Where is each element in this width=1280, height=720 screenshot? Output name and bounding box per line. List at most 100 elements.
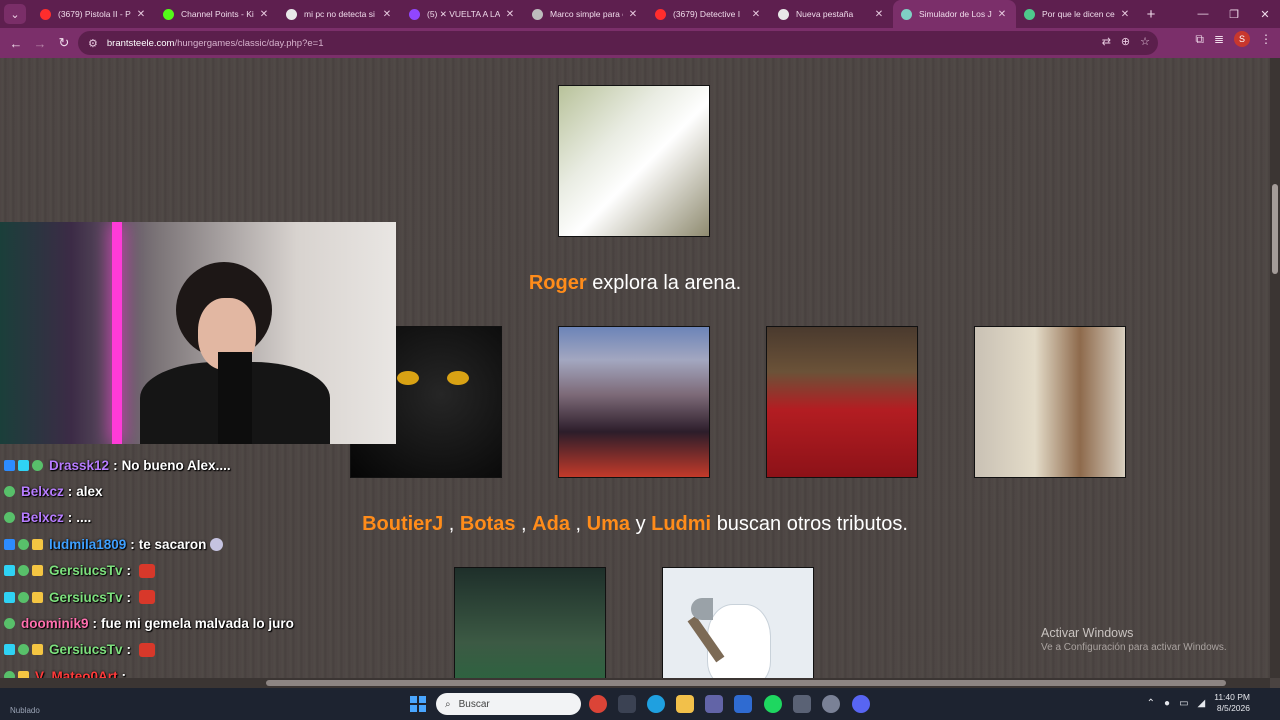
translate-icon[interactable]: ⇄ — [1102, 35, 1111, 48]
app-icon[interactable] — [822, 695, 840, 713]
tribute-name: Roger — [528, 272, 587, 294]
chat-badge-icon — [18, 565, 29, 577]
browser-tab[interactable]: mi pc no detecta si c ✕ — [278, 0, 401, 28]
stream-chat: Drassk12: No bueno Alex.... Belxcz: alex Bel… — [0, 452, 406, 684]
chat-username[interactable]: Drassk12 — [49, 458, 109, 473]
chat-message: Belxcz:.... — [0, 505, 406, 531]
tab-favicon-icon — [655, 8, 666, 20]
browser-tab[interactable]: Por que le dicen cent ✕ — [1016, 0, 1139, 28]
teams-icon[interactable] — [705, 695, 723, 713]
chat-username[interactable]: GersiucsTv — [49, 642, 123, 657]
close-tab-icon[interactable]: ✕ — [627, 9, 639, 20]
windows-taskbar: Nublado ⌕ Buscar ⌃ ● ▭ ◢ 11:40 PM 8/5/20… — [0, 688, 1280, 720]
browser-tab[interactable]: Channel Points - Kick ✕ — [155, 0, 278, 28]
minimize-button[interactable]: — — [1188, 0, 1218, 28]
browser-tab[interactable]: Simulador de Los Jue ✕ — [893, 0, 1016, 28]
search-icon: ⌕ — [445, 698, 451, 710]
back-button[interactable]: ← — [4, 31, 28, 55]
microphone-icon[interactable]: ● — [1164, 698, 1170, 709]
browser-tab[interactable]: Nueva pestaña ✕ — [770, 0, 893, 28]
chevron-up-icon[interactable]: ⌃ — [1147, 698, 1155, 709]
tribute-portrait — [766, 326, 918, 478]
discord-icon[interactable] — [852, 695, 870, 713]
browser-tab[interactable]: (3679) Detective I ✕ — [647, 0, 770, 28]
chat-username[interactable]: GersiucsTv — [49, 590, 123, 605]
tab-favicon-icon — [778, 8, 789, 20]
zoom-icon[interactable]: ⊕ — [1121, 35, 1130, 48]
chat-separator: : — [92, 616, 98, 632]
chat-separator: : — [113, 457, 118, 473]
browser-tab[interactable]: Marco simple para c ✕ — [524, 0, 647, 28]
reload-button[interactable]: ↻ — [52, 31, 76, 55]
close-tab-icon[interactable]: ✕ — [1119, 9, 1131, 20]
close-tab-icon[interactable]: ✕ — [381, 9, 393, 20]
chat-username[interactable]: Belxcz — [21, 484, 64, 499]
chat-text: No bueno Alex.... — [121, 457, 231, 473]
chat-username[interactable]: doominik9 — [21, 616, 89, 631]
tab-title: (3679) Detective I — [673, 9, 741, 19]
display-icon[interactable]: ▭ — [1179, 698, 1188, 709]
volume-icon[interactable]: ◢ — [1198, 698, 1206, 709]
chat-badge-icon — [4, 459, 15, 471]
new-tab-button[interactable]: + — [1139, 6, 1163, 23]
url-path: /hungergames/classic/day.php?e=1 — [174, 37, 324, 49]
media-controls-icon[interactable]: ≣ — [1214, 32, 1224, 46]
spotify-icon[interactable] — [764, 695, 782, 713]
horizontal-scroll-thumb[interactable] — [266, 680, 1226, 686]
close-tab-icon[interactable]: ✕ — [135, 9, 147, 20]
streamer-webcam — [0, 222, 396, 444]
tab-search-button[interactable]: ⌄ — [4, 4, 26, 24]
tab-title: Channel Points - Kick — [181, 9, 254, 19]
chat-badge-icon — [4, 538, 15, 550]
edge-icon[interactable] — [647, 695, 665, 713]
store-icon[interactable] — [618, 695, 636, 713]
windows-activation-watermark: Activar Windows Ve a Configuración para … — [1041, 626, 1227, 653]
chat-username[interactable]: ludmila1809 — [49, 537, 126, 552]
bookmark-star-icon[interactable]: ☆ — [1140, 35, 1150, 48]
tab-title: (3679) Pistola II - Pek — [58, 9, 131, 19]
address-bar[interactable]: ⚙ brantsteele.com/hungergames/classic/da… — [78, 31, 1158, 55]
horizontal-scrollbar[interactable] — [0, 678, 1270, 688]
chat-message: doominik9: fue mi gemela malvada lo juro — [0, 610, 406, 636]
start-button[interactable] — [410, 696, 426, 712]
chat-badge-icon — [4, 565, 15, 577]
event-action: explora la arena. — [592, 272, 742, 294]
extensions-icon[interactable]: ⧉ — [1195, 32, 1204, 47]
tab-favicon-icon — [901, 8, 912, 20]
mail-icon[interactable] — [734, 695, 752, 713]
profile-avatar[interactable]: S — [1234, 31, 1250, 47]
vertical-scroll-thumb[interactable] — [1272, 184, 1278, 274]
chat-separator: : — [126, 589, 132, 605]
close-tab-icon[interactable]: ✕ — [258, 9, 270, 20]
app-icon[interactable] — [793, 695, 811, 713]
tab-strip: ⌄ (3679) Pistola II - Pek✕Channel Points… — [0, 0, 1280, 28]
maximize-button[interactable]: ❐ — [1219, 0, 1249, 28]
chat-message: Belxcz: alex — [0, 478, 406, 504]
clock[interactable]: 11:40 PM 8/5/2026 — [1214, 692, 1250, 714]
weather-widget[interactable]: Nublado — [10, 706, 40, 715]
browser-tab[interactable]: (3679) Pistola II - Pek ✕ — [32, 0, 155, 28]
close-tab-icon[interactable]: ✕ — [504, 9, 516, 20]
close-tab-icon[interactable]: ✕ — [750, 9, 762, 20]
file-explorer-icon[interactable] — [676, 695, 694, 713]
tribute-name: Ludmi — [651, 513, 712, 535]
tribute-name: Botas — [459, 513, 516, 535]
close-tab-icon[interactable]: ✕ — [873, 9, 885, 20]
chrome-icon[interactable] — [589, 695, 607, 713]
chat-username[interactable]: Belxcz — [21, 510, 64, 525]
chat-badge-icon — [18, 459, 29, 471]
site-info-icon[interactable]: ⚙ — [88, 37, 98, 50]
chat-emote-icon — [210, 537, 224, 551]
taskbar-search[interactable]: ⌕ Buscar — [436, 693, 581, 715]
close-tab-icon[interactable]: ✕ — [996, 9, 1008, 20]
vertical-scrollbar[interactable] — [1270, 58, 1280, 678]
tab-title: mi pc no detecta si c — [304, 9, 377, 19]
browser-tab[interactable]: (5) ✕ VUELTA A LA V ✕ — [401, 0, 524, 28]
chat-username[interactable]: GersiucsTv — [49, 563, 123, 578]
chat-message: ludmila1809: te sacaron — [0, 531, 406, 557]
close-window-button[interactable]: ✕ — [1250, 0, 1280, 28]
url-host: brantsteele.com — [106, 37, 175, 49]
forward-button[interactable]: → — [28, 31, 52, 55]
chat-separator: : — [126, 563, 132, 579]
browser-menu-icon[interactable]: ⋮ — [1260, 32, 1272, 46]
